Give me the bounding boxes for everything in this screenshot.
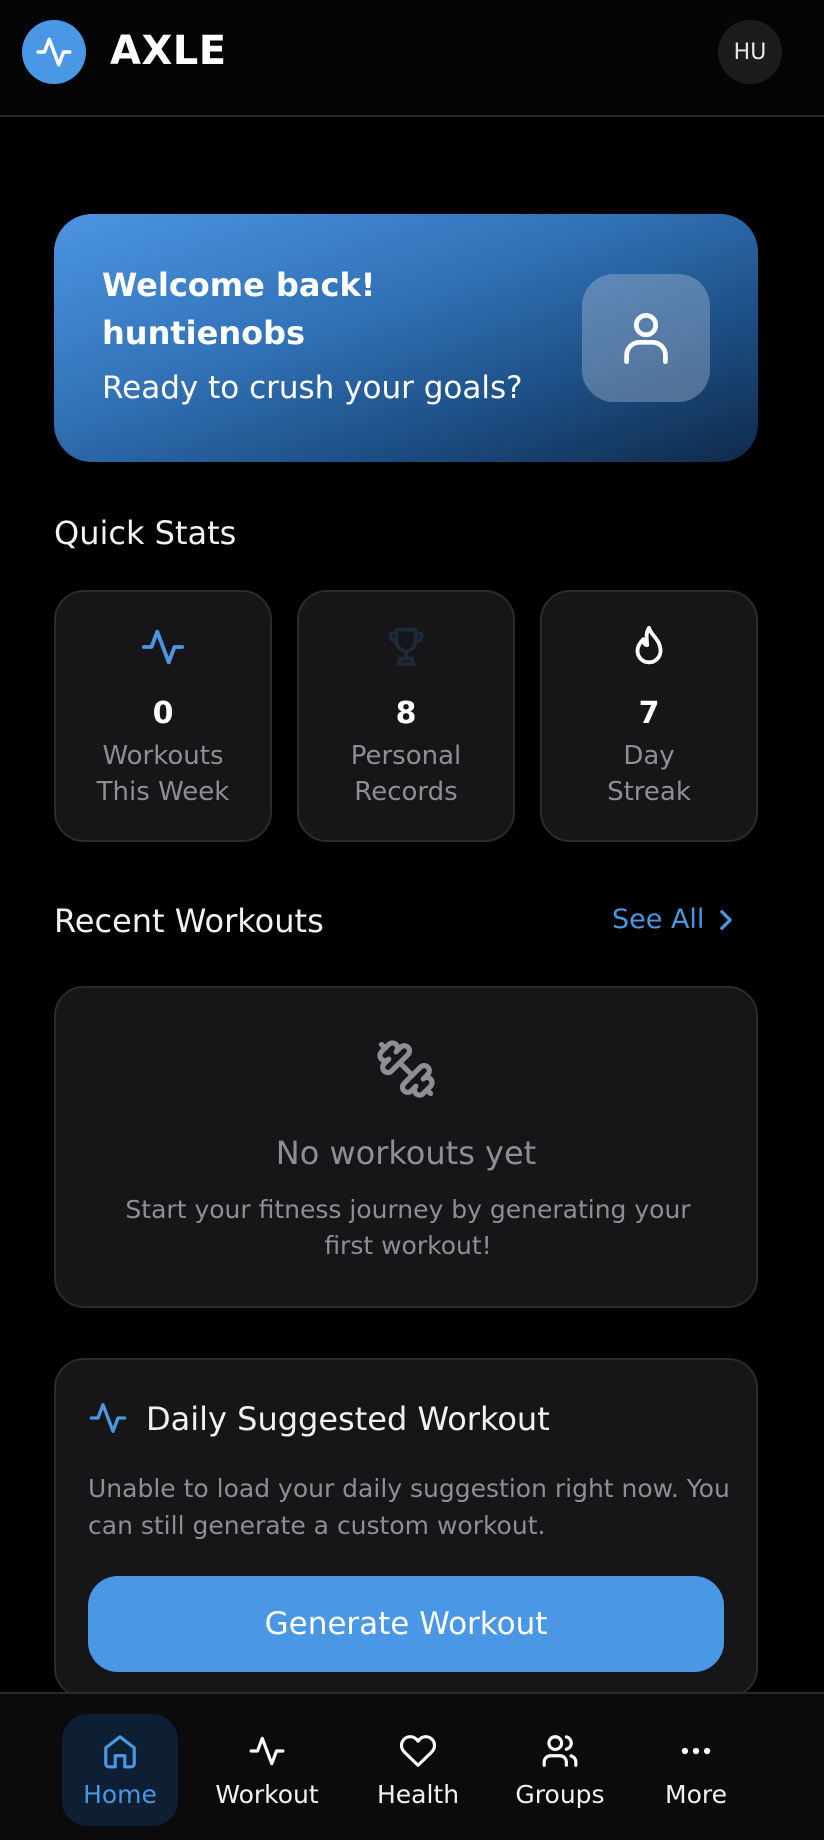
welcome-username: huntienobs bbox=[102, 314, 306, 352]
activity-icon bbox=[36, 37, 72, 67]
tab-workout[interactable]: Workout bbox=[208, 1714, 326, 1826]
activity-icon bbox=[141, 629, 185, 665]
welcome-tagline: Ready to crush your goals? bbox=[102, 370, 523, 406]
activity-icon bbox=[249, 1736, 285, 1766]
stat-value: 0 bbox=[152, 696, 174, 731]
home-icon bbox=[104, 1735, 136, 1769]
tab-label: Workout bbox=[215, 1780, 319, 1809]
stat-label: Day Streak bbox=[607, 741, 691, 807]
tab-more[interactable]: More bbox=[646, 1714, 746, 1826]
dumbbell-icon bbox=[377, 1040, 435, 1098]
app-logo[interactable] bbox=[22, 20, 86, 84]
recent-workouts-title: Recent Workouts bbox=[54, 902, 324, 940]
bottom-tab-bar: Home Workout Health Groups More bbox=[0, 1692, 824, 1840]
chevron-right-icon bbox=[720, 909, 733, 930]
tab-groups[interactable]: Groups bbox=[504, 1714, 616, 1826]
user-icon bbox=[624, 313, 668, 365]
generate-workout-button[interactable]: Generate Workout bbox=[88, 1576, 724, 1672]
stat-value: 8 bbox=[395, 696, 417, 731]
see-all-label: See All bbox=[612, 904, 705, 935]
tab-label: Groups bbox=[515, 1780, 605, 1809]
more-icon bbox=[681, 1747, 711, 1755]
activity-icon bbox=[89, 1403, 127, 1433]
trophy-icon bbox=[388, 627, 424, 667]
recent-workouts-empty-state: No workouts yet Start your fitness journ… bbox=[54, 986, 758, 1308]
users-icon bbox=[542, 1735, 578, 1767]
tab-label: Home bbox=[83, 1780, 157, 1809]
stat-card-streak[interactable]: 7 Day Streak bbox=[540, 590, 758, 842]
tab-label: More bbox=[665, 1780, 727, 1809]
daily-title: Daily Suggested Workout bbox=[146, 1400, 550, 1438]
stat-label: Personal Records bbox=[350, 741, 462, 807]
daily-description: Unable to load your daily suggestion rig… bbox=[88, 1474, 730, 1540]
heart-icon bbox=[399, 1735, 437, 1767]
tab-health[interactable]: Health bbox=[360, 1714, 476, 1826]
welcome-greeting: Welcome back! bbox=[102, 266, 376, 304]
avatar[interactable]: HU bbox=[718, 20, 782, 84]
profile-button[interactable] bbox=[582, 274, 710, 402]
stat-card-records[interactable]: 8 Personal Records bbox=[297, 590, 515, 842]
see-all-link[interactable]: See All bbox=[612, 904, 734, 935]
stat-label: Workouts This Week bbox=[96, 741, 230, 807]
empty-title: No workouts yet bbox=[275, 1134, 537, 1172]
brand-name: AXLE bbox=[110, 28, 227, 74]
daily-suggested-card: Daily Suggested Workout Unable to load y… bbox=[54, 1358, 758, 1698]
tab-label: Health bbox=[376, 1780, 460, 1809]
empty-description: Start your fitness journey by generating… bbox=[125, 1195, 691, 1260]
tab-home[interactable]: Home bbox=[62, 1714, 178, 1826]
flame-icon bbox=[635, 625, 663, 665]
quick-stats-title: Quick Stats bbox=[54, 514, 237, 552]
stat-value: 7 bbox=[638, 696, 660, 731]
stat-card-workouts[interactable]: 0 Workouts This Week bbox=[54, 590, 272, 842]
app-header: AXLE HU bbox=[0, 0, 824, 117]
welcome-card: Welcome back! huntienobs Ready to crush … bbox=[54, 214, 758, 462]
